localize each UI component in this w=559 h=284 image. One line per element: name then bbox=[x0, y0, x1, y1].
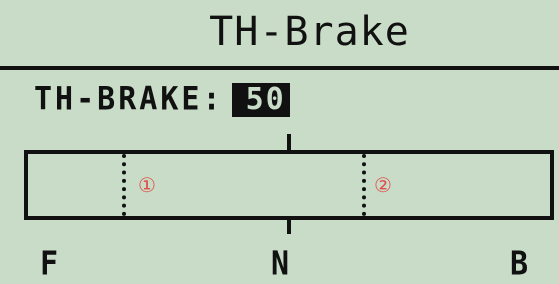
title-bar: TH-Brake bbox=[0, 8, 559, 68]
lcd-screen: TH-Brake TH-BRAKE: 50 ① ② F N B bbox=[0, 0, 559, 284]
axis-label-brake: B bbox=[510, 244, 529, 284]
axis-label-neutral: N bbox=[271, 244, 290, 284]
marker-1-label: ① bbox=[138, 173, 156, 197]
marker-2-label: ② bbox=[374, 173, 392, 197]
parameter-label: TH-BRAKE: bbox=[34, 80, 224, 119]
axis-label-forward: F bbox=[40, 244, 59, 284]
marker-2-line bbox=[362, 154, 366, 216]
brake-gauge: ① ② bbox=[24, 150, 554, 220]
page-title: TH-Brake bbox=[209, 9, 410, 55]
title-divider bbox=[0, 66, 559, 70]
center-tick-bottom bbox=[287, 216, 291, 234]
parameter-row: TH-BRAKE: 50 bbox=[34, 80, 290, 119]
marker-1-line bbox=[122, 154, 126, 216]
parameter-value[interactable]: 50 bbox=[231, 83, 290, 117]
